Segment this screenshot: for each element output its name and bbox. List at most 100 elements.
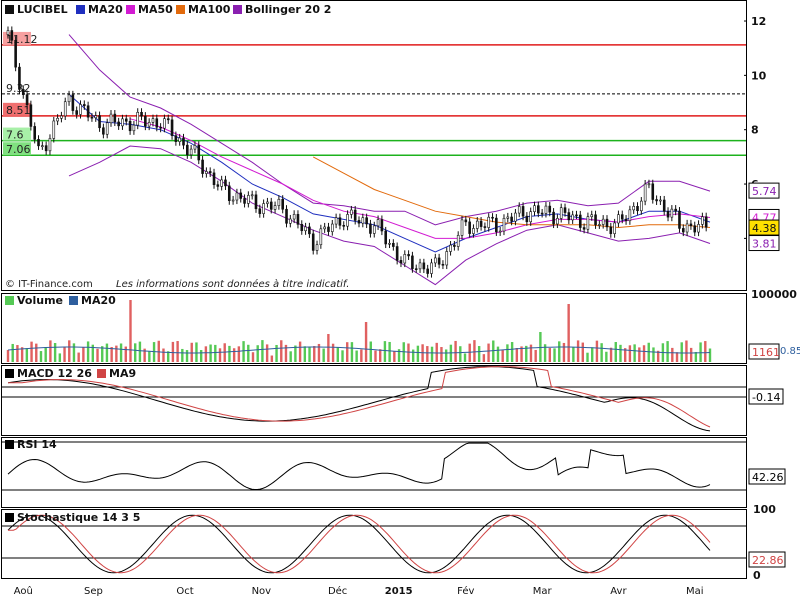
volume-bar <box>619 344 622 362</box>
price-candle <box>517 206 521 214</box>
price-candle <box>514 212 517 222</box>
price-candle <box>594 214 597 226</box>
volume-bar <box>699 342 702 362</box>
volume-bar <box>204 346 208 362</box>
price-candle <box>472 228 475 234</box>
price-tag: 3.81 <box>752 238 777 251</box>
price-candle <box>582 227 586 230</box>
price-candle <box>609 226 613 234</box>
volume-bar <box>195 342 198 362</box>
price-candle <box>247 195 250 204</box>
volume-bar <box>124 346 127 362</box>
price-candle <box>681 228 685 233</box>
volume-bar <box>605 351 608 362</box>
volume-bar <box>346 342 349 362</box>
price-candle <box>90 116 94 119</box>
price-candle <box>647 183 651 186</box>
y-tick-label: 8 <box>751 124 759 137</box>
price-candle <box>63 101 67 117</box>
stoch-axis-bottom: 0 <box>753 569 761 582</box>
price-candle <box>376 219 380 227</box>
price-candle <box>189 148 193 156</box>
price-candle <box>121 118 124 127</box>
volume-bar <box>49 340 52 362</box>
price-candle <box>258 208 262 214</box>
price-candle <box>182 137 185 146</box>
price-candle <box>334 217 338 225</box>
macd-legend: MACD 12 26 MA9 <box>5 367 136 380</box>
price-candle <box>308 226 311 235</box>
price-candle <box>243 198 246 204</box>
legend-label: MA9 <box>109 367 136 380</box>
volume-bar <box>162 348 165 362</box>
price-candle <box>506 216 510 219</box>
price-candle <box>136 112 140 126</box>
volume-bar <box>138 341 142 362</box>
volume-bar <box>609 347 613 362</box>
price-candle <box>666 211 670 218</box>
price-candle <box>14 39 17 68</box>
x-tick-label: Déc <box>328 585 347 597</box>
x-tick-label: Fév <box>457 585 474 597</box>
price-candle <box>651 183 655 200</box>
rsi-line <box>7 442 711 490</box>
volume-bar <box>581 342 584 362</box>
price-candle <box>170 119 174 136</box>
price-candle <box>212 172 216 185</box>
legend-label: MACD 12 26 <box>17 367 92 380</box>
price-candle <box>617 214 620 224</box>
volume-bar <box>289 351 292 362</box>
legend-swatch <box>126 5 135 14</box>
price-candle <box>559 207 563 219</box>
price-candle <box>239 192 243 199</box>
price-candle <box>411 255 414 269</box>
volume-bar <box>586 352 589 362</box>
price-candle <box>147 122 151 127</box>
volume-bar <box>444 349 448 362</box>
volume-bar <box>477 346 481 362</box>
price-candle <box>449 244 452 252</box>
price-candle <box>269 201 273 210</box>
price-candle <box>407 254 410 257</box>
price-candle <box>628 209 632 222</box>
price-tag: 5.74 <box>752 185 777 198</box>
price-candle <box>289 218 292 224</box>
price-candle <box>502 218 506 232</box>
volume-bar <box>567 304 570 362</box>
price-candle <box>640 200 643 212</box>
price-candle <box>353 209 357 221</box>
price-candle <box>434 257 437 264</box>
volume-bar <box>35 343 38 362</box>
volume-bar <box>119 343 123 362</box>
price-candle <box>285 208 288 224</box>
price-candle <box>563 207 567 213</box>
volume-bar <box>468 343 471 362</box>
price-candle <box>456 235 460 247</box>
price-candle <box>29 104 33 127</box>
volume-bar <box>529 344 533 362</box>
bollinger-band-line <box>68 34 711 226</box>
volume-bar <box>553 348 556 362</box>
volume-tag: 1161 <box>752 346 780 359</box>
price-candle <box>357 220 361 224</box>
volume-bar <box>459 346 462 362</box>
volume-bar <box>482 354 486 362</box>
volume-bar <box>369 341 372 362</box>
volume-bar <box>214 344 217 362</box>
volume-bar <box>558 341 561 362</box>
price-candle <box>369 223 372 234</box>
price-candle <box>350 209 353 215</box>
volume-bar <box>689 347 693 362</box>
legend-swatch <box>5 296 14 305</box>
volume-bar <box>68 340 71 362</box>
volume-bar <box>393 351 396 362</box>
volume-bar <box>58 353 62 362</box>
volume-bar <box>463 353 467 362</box>
price-candle <box>315 244 319 251</box>
legend-swatch <box>5 440 14 449</box>
price-candle <box>56 117 59 122</box>
legend-label: LUCIBEL <box>17 3 68 16</box>
volume-legend: Volume MA20 <box>5 294 116 307</box>
volume-bar <box>77 352 80 362</box>
volume-bar <box>642 345 646 362</box>
